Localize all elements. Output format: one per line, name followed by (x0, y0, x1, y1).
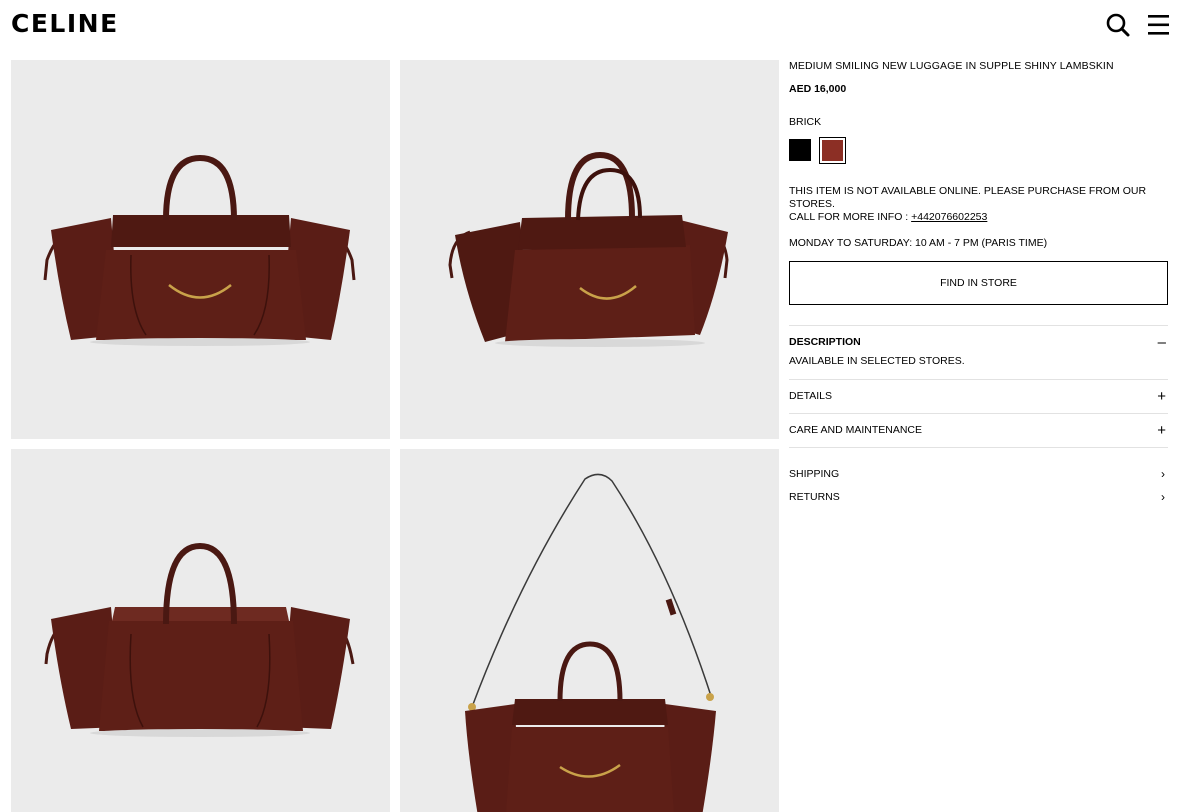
selected-color-label: BRICK (789, 116, 822, 128)
details-title: DETAILS (789, 390, 832, 402)
expand-icon: + (1157, 388, 1166, 405)
product-image-strap[interactable] (400, 449, 779, 812)
chevron-right-icon: › (1161, 467, 1165, 481)
details-toggle[interactable]: DETAILS + (789, 380, 1168, 413)
product-price: AED 16,000 (789, 83, 847, 95)
collapse-icon: – (1157, 334, 1166, 351)
swatch-brick[interactable] (819, 137, 846, 164)
site-header: CELINE (0, 0, 1183, 50)
call-label: CALL FOR MORE INFO : (789, 211, 912, 223)
availability-notice: THIS ITEM IS NOT AVAILABLE ONLINE. PLEAS… (789, 185, 1147, 210)
description-title: DESCRIPTION (789, 336, 861, 348)
care-title: CARE AND MAINTENANCE (789, 424, 923, 436)
returns-link[interactable]: RETURNS › (789, 486, 1168, 509)
product-image-back[interactable] (11, 449, 390, 812)
store-hours: MONDAY TO SATURDAY: 10 AM - 7 PM (PARIS … (789, 237, 1048, 249)
care-toggle[interactable]: CARE AND MAINTENANCE + (789, 414, 1168, 447)
accordion-care: CARE AND MAINTENANCE + (789, 413, 1168, 448)
product-info-panel: MEDIUM SMILING NEW LUGGAGE IN SUPPLE SHI… (789, 60, 1168, 509)
expand-icon: + (1157, 422, 1166, 439)
accordion-description: DESCRIPTION – AVAILABLE IN SELECTED STOR… (789, 325, 1168, 379)
accordion-details: DETAILS + (789, 379, 1168, 413)
color-swatches (789, 137, 1168, 164)
chevron-right-icon: › (1161, 490, 1165, 504)
product-image-side[interactable] (400, 60, 779, 439)
description-toggle[interactable]: DESCRIPTION – (789, 326, 1168, 359)
shipping-label: SHIPPING (789, 468, 840, 480)
brand-logo[interactable]: CELINE (11, 9, 119, 39)
returns-label: RETURNS (789, 491, 840, 503)
product-gallery (11, 60, 779, 812)
swatch-black[interactable] (789, 139, 811, 161)
shipping-link[interactable]: SHIPPING › (789, 463, 1168, 486)
find-in-store-button[interactable]: FIND IN STORE (789, 261, 1168, 305)
hamburger-menu-icon[interactable] (1146, 12, 1172, 38)
info-links: SHIPPING › RETURNS › (789, 463, 1168, 509)
product-image-front[interactable] (11, 60, 390, 439)
product-name: MEDIUM SMILING NEW LUGGAGE IN SUPPLE SHI… (789, 60, 1114, 72)
search-icon[interactable] (1105, 12, 1131, 38)
call-info: CALL FOR MORE INFO : +442076602253 (789, 211, 1168, 224)
phone-link[interactable]: +442076602253 (911, 211, 987, 223)
